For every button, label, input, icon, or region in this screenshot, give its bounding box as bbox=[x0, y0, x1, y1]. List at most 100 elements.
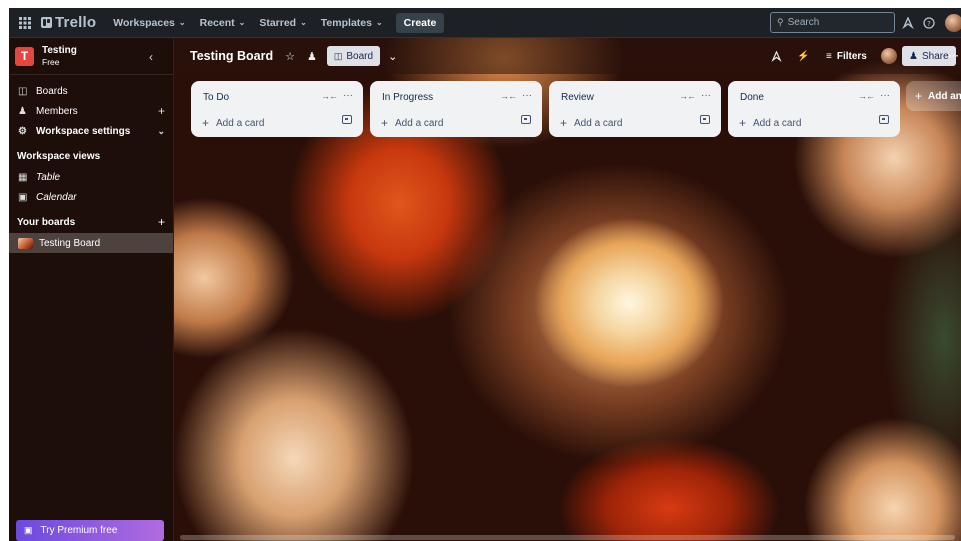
starred-menu[interactable]: Starred ⌄ bbox=[252, 8, 313, 38]
visibility-icon[interactable]: ♟ bbox=[307, 50, 317, 63]
list-title[interactable]: In Progress bbox=[382, 92, 433, 103]
workspaces-menu-label: Workspaces bbox=[113, 16, 175, 29]
filter-icon: ≡ bbox=[826, 50, 832, 62]
plus-icon: + bbox=[915, 89, 923, 103]
notifications-icon[interactable] bbox=[899, 14, 917, 32]
recent-menu[interactable]: Recent ⌄ bbox=[193, 8, 253, 38]
more-icon[interactable]: ··· bbox=[949, 38, 959, 74]
add-card-label: Add a card bbox=[395, 117, 444, 129]
list-title[interactable]: To Do bbox=[203, 92, 229, 103]
board-thumbnail bbox=[18, 237, 33, 249]
horizontal-scrollbar[interactable] bbox=[180, 535, 955, 540]
search-input[interactable]: ⚲ Search bbox=[770, 12, 895, 33]
card-template-icon[interactable] bbox=[879, 115, 889, 124]
workspace-name: Testing bbox=[42, 44, 77, 56]
your-boards-heading: Your boards + bbox=[9, 211, 173, 233]
recent-menu-label: Recent bbox=[199, 16, 235, 29]
members-icon: ♟ bbox=[18, 105, 27, 117]
app-switcher-icon[interactable] bbox=[11, 8, 39, 38]
list-menu-icon[interactable]: ··· bbox=[880, 90, 890, 101]
card-template-icon[interactable] bbox=[700, 115, 710, 124]
sidebar-item-table[interactable]: ▦ Table bbox=[9, 167, 173, 187]
search-placeholder: Search bbox=[787, 17, 820, 28]
list-in-progress: In Progress →← ··· + Add a card bbox=[370, 81, 542, 137]
collapse-list-icon[interactable]: →← bbox=[500, 91, 517, 101]
board-view-icon: ◫ bbox=[333, 50, 343, 61]
share-button-wrap: ♟ Share bbox=[902, 38, 956, 74]
add-card-label: Add a card bbox=[216, 117, 265, 129]
board-view-label: Board bbox=[346, 50, 374, 62]
list-title[interactable]: Done bbox=[740, 92, 764, 103]
list-menu-icon[interactable]: ··· bbox=[522, 90, 532, 101]
sidebar-item-testing-board[interactable]: Testing Board bbox=[9, 233, 173, 253]
table-icon: ▦ bbox=[18, 171, 28, 183]
svg-text:?: ? bbox=[927, 20, 931, 28]
filters-button[interactable]: ≡ Filters bbox=[826, 38, 867, 74]
user-avatar[interactable] bbox=[945, 14, 961, 32]
section-label: Your boards bbox=[17, 216, 76, 228]
board-title[interactable]: Testing Board bbox=[190, 49, 273, 63]
sidebar-item-boards[interactable]: ◫ Boards bbox=[9, 81, 173, 101]
search-icon: ⚲ bbox=[777, 17, 784, 27]
add-list-button[interactable]: + Add anoth bbox=[906, 81, 961, 111]
board-member-avatar[interactable] bbox=[881, 38, 897, 74]
chevron-down-icon: ⌄ bbox=[300, 18, 307, 27]
plus-icon: + bbox=[202, 116, 210, 130]
card-template-icon[interactable] bbox=[342, 115, 352, 124]
sidebar-item-label: Boards bbox=[36, 85, 68, 97]
collapse-list-icon[interactable]: →← bbox=[679, 91, 696, 101]
trello-logo[interactable]: Trello bbox=[41, 14, 96, 31]
templates-menu-label: Templates bbox=[320, 16, 372, 29]
card-template-icon[interactable] bbox=[521, 115, 531, 124]
add-board-icon[interactable]: + bbox=[158, 215, 165, 229]
list-done: Done →← ··· + Add a card bbox=[728, 81, 900, 137]
chevron-left-icon[interactable]: ‹ bbox=[149, 50, 153, 64]
collapse-list-icon[interactable]: →← bbox=[858, 91, 875, 101]
sidebar-item-label: Table bbox=[36, 171, 61, 183]
board-canvas: Testing Board ☆ ♟ ◫ Board ⌄ ⚡ ≡ Filters … bbox=[174, 38, 961, 541]
filters-label: Filters bbox=[836, 50, 867, 62]
add-card-button[interactable]: + Add a card bbox=[739, 116, 801, 130]
add-card-label: Add a card bbox=[574, 117, 623, 129]
collapse-list-icon[interactable]: →← bbox=[321, 91, 338, 101]
list-menu-icon[interactable]: ··· bbox=[701, 90, 711, 101]
share-label: Share bbox=[921, 50, 949, 62]
trello-logo-icon bbox=[41, 17, 52, 28]
share-button[interactable]: ♟ Share bbox=[902, 46, 956, 66]
boards-icon: ◫ bbox=[18, 85, 28, 97]
chevron-down-icon: ⌄ bbox=[375, 18, 383, 27]
try-premium-button[interactable]: ▣ Try Premium free bbox=[16, 520, 164, 541]
add-card-button[interactable]: + Add a card bbox=[560, 116, 622, 130]
chevron-down-icon[interactable]: ⌄ bbox=[388, 50, 397, 63]
add-member-icon[interactable]: + bbox=[158, 104, 165, 118]
calendar-icon: ▣ bbox=[18, 191, 28, 203]
add-card-button[interactable]: + Add a card bbox=[381, 116, 443, 130]
sidebar: T Testing Free ‹ ◫ Boards ♟ Members + ⚙ … bbox=[9, 38, 174, 541]
templates-menu[interactable]: Templates ⌄ bbox=[314, 8, 390, 38]
workspaces-menu[interactable]: Workspaces ⌄ bbox=[106, 8, 192, 38]
power-ups-icon[interactable] bbox=[771, 38, 782, 74]
share-icon: ♟ bbox=[909, 50, 918, 62]
add-card-button[interactable]: + Add a card bbox=[202, 116, 264, 130]
help-icon[interactable]: ? bbox=[920, 14, 938, 32]
list-menu-icon[interactable]: ··· bbox=[343, 90, 353, 101]
sidebar-item-calendar[interactable]: ▣ Calendar bbox=[9, 187, 173, 207]
create-button[interactable]: Create bbox=[395, 12, 445, 33]
star-icon[interactable]: ☆ bbox=[285, 50, 295, 63]
sidebar-item-members[interactable]: ♟ Members + bbox=[9, 101, 173, 121]
list-title[interactable]: Review bbox=[561, 92, 594, 103]
board-view-button[interactable]: ◫ Board bbox=[326, 46, 381, 66]
top-navbar: Trello Workspaces ⌄ Recent ⌄ Starred ⌄ T… bbox=[9, 8, 961, 38]
automation-icon[interactable]: ⚡ bbox=[797, 38, 809, 74]
app-window: Trello Workspaces ⌄ Recent ⌄ Starred ⌄ T… bbox=[9, 8, 961, 541]
chevron-down-icon: ⌄ bbox=[178, 18, 186, 27]
workspace-avatar: T bbox=[15, 46, 34, 66]
chevron-down-icon: ⌄ bbox=[157, 125, 165, 136]
sidebar-item-label: Calendar bbox=[36, 191, 77, 203]
list-review: Review →← ··· + Add a card bbox=[549, 81, 721, 137]
plus-icon: + bbox=[560, 116, 568, 130]
section-label: Workspace views bbox=[17, 150, 101, 162]
sidebar-item-workspace-settings[interactable]: ⚙ Workspace settings ⌄ bbox=[9, 121, 173, 141]
trello-logo-text: Trello bbox=[55, 14, 97, 31]
workspace-header[interactable]: T Testing Free ‹ bbox=[9, 38, 173, 75]
